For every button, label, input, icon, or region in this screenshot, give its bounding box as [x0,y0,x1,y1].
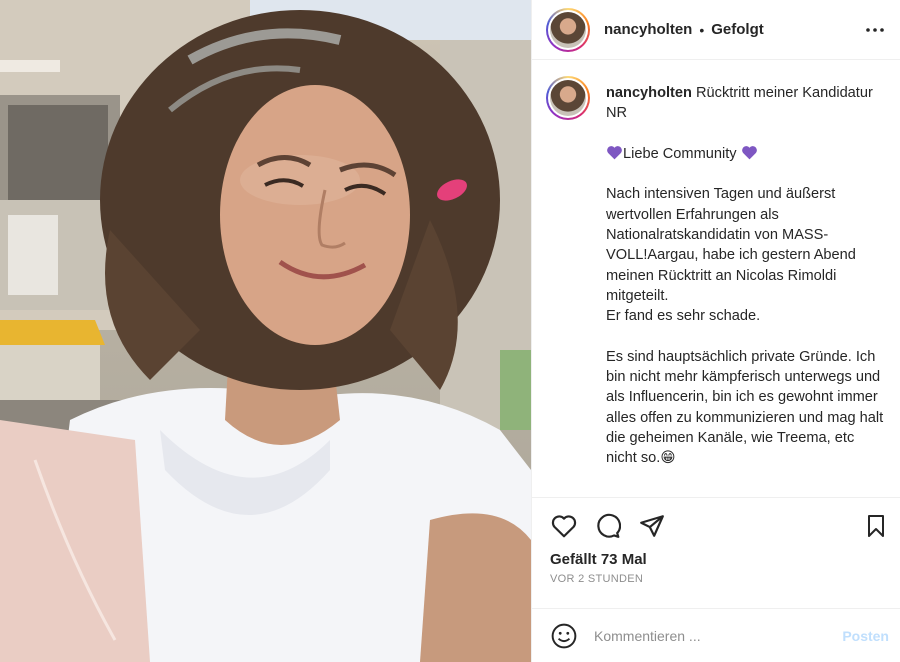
follow-button[interactable]: Gefolgt [711,21,764,38]
comment-input[interactable] [594,627,824,644]
caption-body: Nach intensiven Tagen und äußerst wertvo… [606,186,884,467]
avatar[interactable] [546,7,590,52]
bookmark-icon[interactable] [862,512,890,540]
avatar-inner [548,9,588,50]
caption-avatar[interactable] [546,76,590,120]
action-bar [532,498,900,544]
caption-text: nancyholten Rücktritt meiner Kandidatur … [606,83,886,469]
post-side-panel: nancyholten • Gefolgt nancyholten Rücktr… [531,0,900,662]
selfie-photo-illustration [0,0,531,662]
emoji-icon[interactable] [550,622,578,650]
caption-area: nancyholten Rücktritt meiner Kandidatur … [532,60,900,498]
post-header: nancyholten • Gefolgt [532,0,900,60]
purple-heart-icon [606,146,623,162]
header-username[interactable]: nancyholten [604,21,692,38]
post-comment-button[interactable]: Posten [842,628,889,644]
caption-greeting: Liebe Community [623,145,737,162]
more-options-icon[interactable] [863,18,887,42]
caption-avatar-image [550,80,586,116]
likes-count[interactable]: Gefällt 73 Mal [550,551,647,568]
share-icon[interactable] [638,512,666,540]
caption-avatar-inner [548,78,588,118]
avatar-image [550,11,586,48]
post-timestamp: VOR 2 STUNDEN [550,573,644,585]
caption-username[interactable]: nancyholten [606,85,692,101]
purple-heart-icon [741,146,758,162]
heart-icon[interactable] [550,512,578,540]
header-separator: • [699,21,705,38]
comment-bar: Posten [532,608,900,662]
post-photo[interactable] [0,0,531,662]
instagram-post: nancyholten • Gefolgt nancyholten Rücktr… [0,0,900,662]
comment-icon[interactable] [594,512,622,540]
